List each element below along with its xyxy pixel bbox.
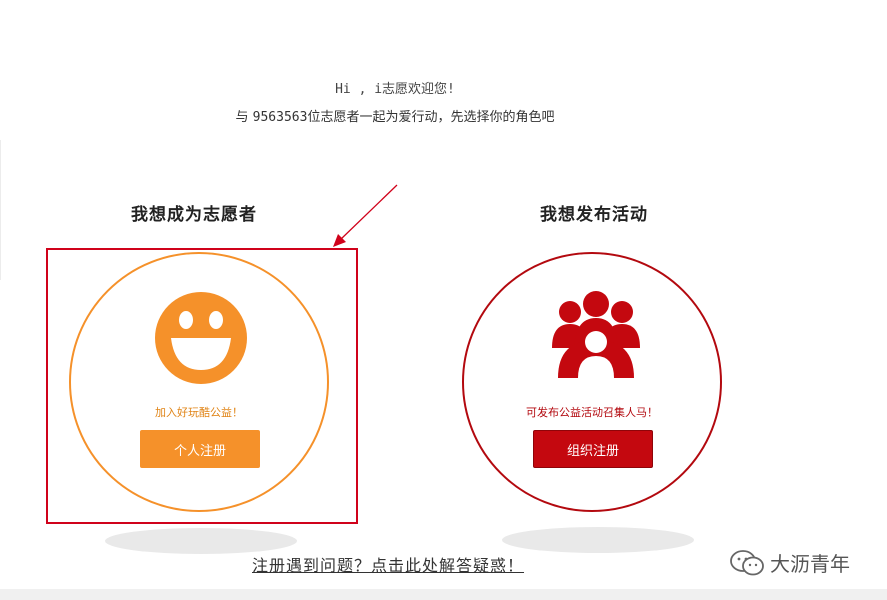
subline-suffix: 位志愿者一起为爱行动，先选择你的角色吧 — [307, 110, 555, 125]
welcome-greeting: Hi , i志愿欢迎您! — [335, 82, 455, 97]
help-link[interactable]: 注册遇到问题？点击此处解答疑惑！ — [252, 552, 524, 576]
organizer-tagline: 可发布公益活动召集人马！ — [526, 406, 658, 419]
wechat-watermark: 大沥青年 — [730, 548, 850, 577]
welcome-subline: 与 9563563位志愿者一起为爱行动，先选择你的角色吧 — [0, 106, 790, 125]
organizer-role-card[interactable]: 可发布公益活动召集人马！ 组织注册 — [462, 252, 722, 512]
card-shadow — [502, 527, 694, 553]
watermark-text: 大沥青年 — [770, 552, 850, 576]
highlight-annotation-box — [46, 248, 358, 524]
organizer-heading: 我想发布活动 — [540, 205, 648, 225]
volunteer-count: 9563563 — [252, 110, 308, 125]
divider-line — [0, 140, 1, 280]
volunteer-heading: 我想成为志愿者 — [131, 205, 257, 225]
wechat-icon — [730, 549, 764, 575]
organization-register-button[interactable]: 组织注册 — [533, 430, 653, 468]
subline-prefix: 与 — [235, 110, 253, 125]
bottom-bar — [0, 589, 887, 600]
group-people-icon — [552, 291, 640, 378]
card-shadow — [105, 528, 297, 554]
